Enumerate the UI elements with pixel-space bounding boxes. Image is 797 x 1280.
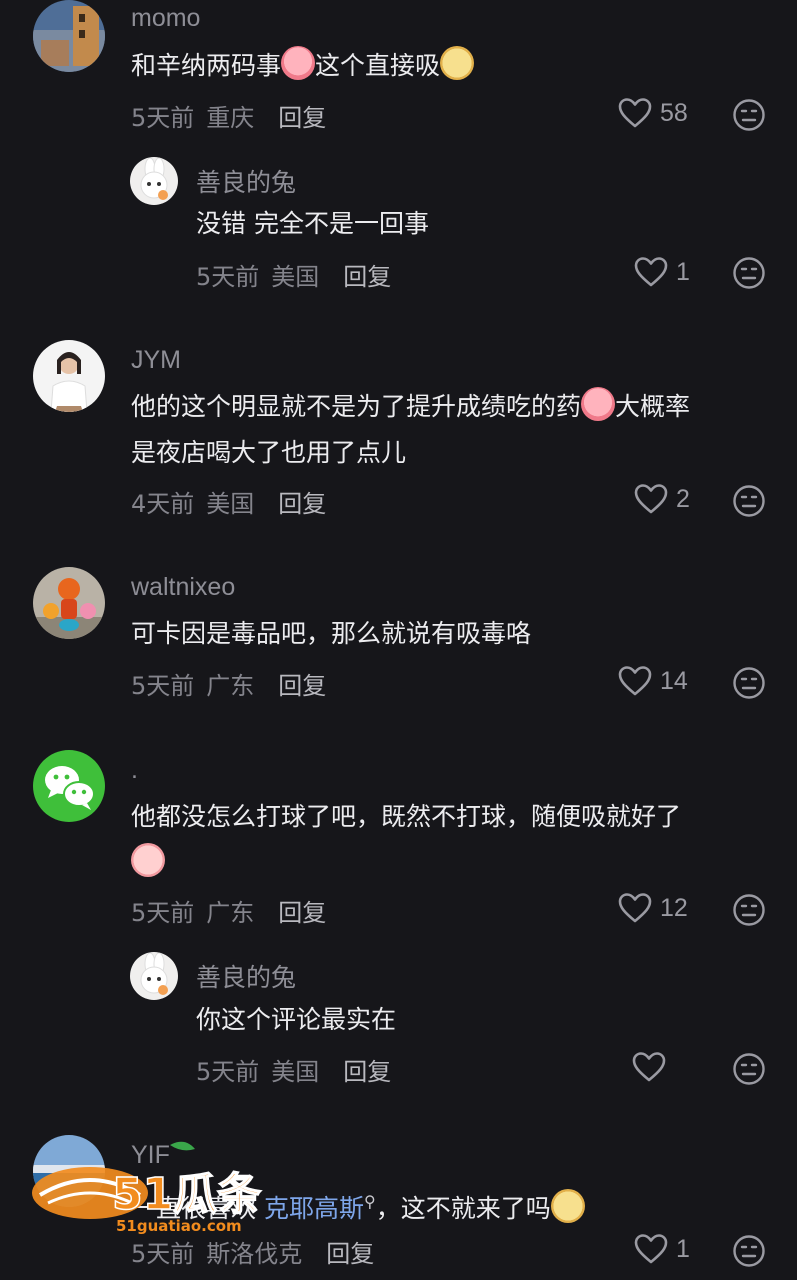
username[interactable]: waltnixeo [131,573,235,602]
reply-button[interactable]: 回复 [326,1240,374,1268]
reply-button[interactable]: 回复 [343,263,391,291]
comment-meta: 5天前 美国 回复 [196,257,391,292]
like-button[interactable]: 2 [634,483,690,515]
location: 美国 [271,1058,320,1086]
reply-button[interactable]: 回复 [278,104,326,132]
timestamp: 5天前 [131,672,195,700]
comment-meta: 5天前 广东 回复 [131,893,326,928]
dislike-face-icon[interactable] [732,484,766,518]
comment-list: momo 和辛纳两码事 这个直接吸 5天前 重庆 回复 58 善良的兔 没错 完… [0,0,797,1280]
like-count: 1 [676,1234,690,1263]
crying-face-emoji-icon [581,387,616,421]
location: 美国 [206,490,255,518]
heart-icon [618,666,652,696]
comment-text: 你这个评论最实在 [196,1005,397,1034]
avatar[interactable] [33,0,105,72]
comment-text: 可卡因是毒品吧，那么就说有吸毒咯 [131,619,532,648]
comment-text: 没错 完全不是一回事 [196,209,429,238]
timestamp: 5天前 [131,899,195,927]
heart-icon [632,1052,666,1082]
like-button[interactable]: 58 [618,97,688,129]
timestamp: 5天前 [131,1240,195,1268]
reply-button[interactable]: 回复 [278,490,326,518]
timestamp: 4天前 [131,490,195,518]
like-button[interactable] [632,1051,674,1083]
heart-icon [634,1234,668,1264]
like-button[interactable]: 1 [634,1233,690,1265]
timestamp: 5天前 [196,263,260,291]
avatar[interactable] [33,567,105,639]
avatar[interactable] [33,750,105,822]
like-count: 14 [660,666,688,695]
like-button[interactable]: 12 [618,892,688,924]
heart-icon [634,257,668,287]
username[interactable]: JYM [131,346,181,375]
username[interactable]: momo [131,4,200,33]
comment-meta: 5天前 重庆 回复 [131,98,326,133]
dislike-face-icon[interactable] [732,666,766,700]
dislike-face-icon[interactable] [732,893,766,927]
avatar[interactable] [130,157,178,205]
crying-face-emoji-icon [281,46,316,80]
watermark-brand: 51瓜条 [112,1169,261,1220]
timestamp: 5天前 [196,1058,260,1086]
heart-icon [634,484,668,514]
like-button[interactable]: 14 [618,665,688,697]
grinning-dog-emoji-icon [550,1189,585,1223]
like-count: 1 [676,257,690,286]
comment-text: 他的这个明显就不是为了提升成绩吃的药 大概率 是夜店喝大了也用了点儿 [131,384,771,476]
location: 斯洛伐克 [206,1240,303,1268]
reply-button[interactable]: 回复 [278,672,326,700]
username[interactable]: 善良的兔 [196,163,296,199]
like-count: 58 [660,98,688,127]
avatar[interactable] [130,952,178,1000]
timestamp: 5天前 [131,104,195,132]
dislike-face-icon[interactable] [732,1052,766,1086]
comment-meta: 4天前 美国 回复 [131,484,326,519]
comment-text: 和辛纳两码事 这个直接吸 [131,43,771,89]
reply-button[interactable]: 回复 [343,1058,391,1086]
location: 广东 [206,672,255,700]
comment-text: 他都没怎么打球了吧，既然不打球，随便吸就好了 [131,794,771,886]
like-button[interactable]: 1 [634,256,690,288]
comment-meta: 5天前 广东 回复 [131,666,326,701]
heart-icon [618,893,652,923]
comment-meta: 5天前 斯洛伐克 回复 [131,1234,374,1269]
comment-meta: 5天前 美国 回复 [196,1052,391,1087]
username[interactable]: 善良的兔 [196,958,296,994]
search-icon[interactable]: ⚲ [364,1192,376,1211]
grinning-dog-emoji-icon [440,46,475,80]
peach-face-emoji-icon [131,843,165,877]
dislike-face-icon[interactable] [732,1234,766,1268]
location: 广东 [206,899,255,927]
like-count: 12 [660,893,688,922]
dislike-face-icon[interactable] [732,98,766,132]
location: 美国 [271,263,320,291]
avatar[interactable] [33,340,105,412]
username[interactable]: . [131,756,138,785]
reply-button[interactable]: 回复 [278,899,326,927]
location: 重庆 [206,104,255,132]
watermark-url: 51guatiao.com [116,1217,242,1235]
watermark-logo: 51瓜条 51guatiao.com [20,1135,280,1235]
dislike-face-icon[interactable] [732,256,766,290]
heart-icon [618,98,652,128]
like-count: 2 [676,484,690,513]
